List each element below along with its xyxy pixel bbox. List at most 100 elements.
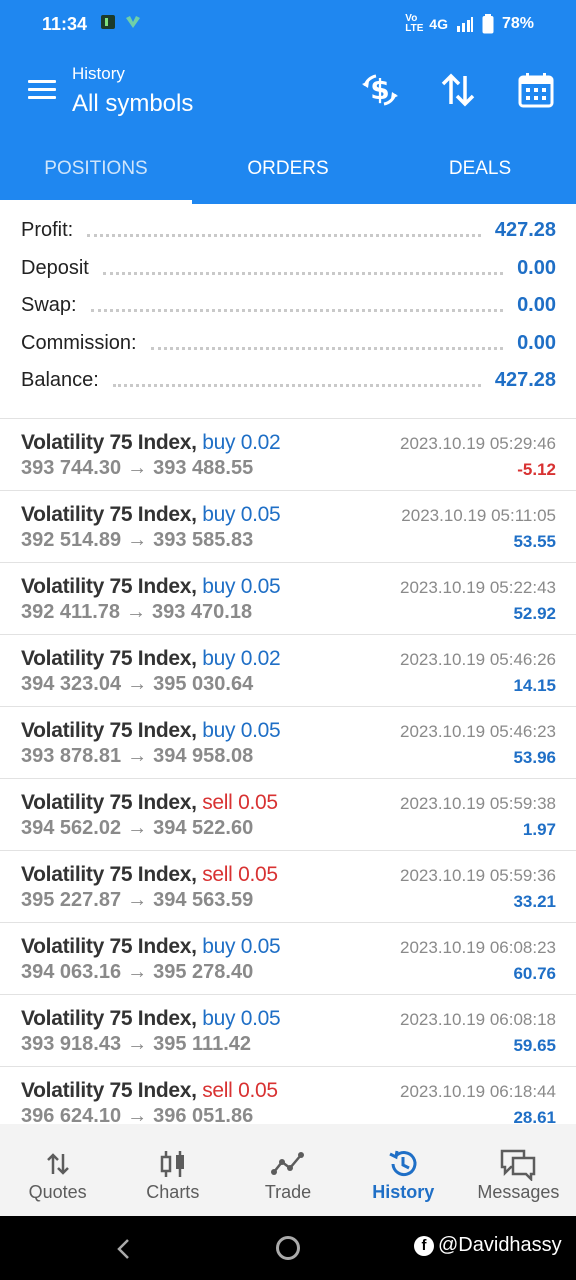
deal-side: buy 0.05 — [202, 935, 281, 958]
menu-icon[interactable] — [28, 80, 56, 100]
deal-prices: 394 562.02 → 394 522.60 — [21, 817, 253, 840]
deal-prices: 393 878.81 → 394 958.08 — [21, 745, 253, 768]
nav-messages-label: Messages — [477, 1182, 560, 1202]
deal-row[interactable]: Volatility 75 Index, sell 0.05 395 227.87… — [0, 851, 576, 923]
deal-symbol-name: Volatility 75 Index, — [21, 791, 197, 814]
deposit-label: Deposit — [21, 256, 89, 279]
deal-symbol: Volatility 75 Index, buy 0.05 — [21, 719, 281, 743]
header-subtitle: History — [72, 64, 125, 83]
tab-deals[interactable]: DEALS — [384, 136, 576, 204]
arrow-right-icon: → — [127, 889, 148, 911]
deal-profit: 14.15 — [513, 676, 556, 695]
commission-label: Commission: — [21, 331, 137, 354]
nav-history[interactable]: History — [346, 1124, 461, 1216]
deal-symbol-name: Volatility 75 Index, — [21, 719, 197, 742]
battery-level: 78% — [501, 15, 534, 32]
app-bar: History All symbols $ — [0, 50, 576, 136]
deal-symbol-name: Volatility 75 Index, — [21, 503, 197, 526]
deal-prices: 393 918.43 → 395 111.42 — [21, 1033, 251, 1056]
deal-open-price: 392 411.78 — [21, 601, 120, 623]
deal-side: buy 0.05 — [202, 575, 281, 598]
summary-profit-row: Profit: 427.28 — [0, 212, 576, 250]
deal-symbol: Volatility 75 Index, sell 0.05 — [21, 1079, 278, 1103]
deal-date: 2023.10.19 05:29:46 — [400, 434, 556, 453]
arrow-right-icon: → — [127, 1033, 148, 1055]
deal-row[interactable]: Volatility 75 Index, buy 0.05 393 878.81 →… — [0, 707, 576, 779]
calendar-icon[interactable] — [516, 70, 556, 110]
balance-label: Balance: — [21, 369, 99, 392]
deal-side: sell 0.05 — [202, 791, 278, 814]
trade-icon — [230, 1146, 345, 1182]
battery-icon — [482, 14, 494, 34]
nav-quotes[interactable]: Quotes — [0, 1124, 115, 1216]
nav-quotes-label: Quotes — [28, 1182, 87, 1202]
history-icon — [346, 1146, 461, 1182]
deal-open-price: 393 918.43 — [21, 1033, 122, 1055]
deal-row[interactable]: Volatility 75 Index, buy 0.05 392 411.78 →… — [0, 563, 576, 635]
deal-side: buy 0.02 — [202, 647, 281, 670]
summary-swap-row: Swap: 0.00 — [0, 287, 576, 325]
deal-row[interactable]: Volatility 75 Index, sell 0.05 394 562.02… — [0, 779, 576, 851]
profit-label: Profit: — [21, 219, 74, 242]
page-title[interactable]: All symbols — [72, 90, 193, 118]
arrow-right-icon: → — [127, 529, 148, 551]
shield-check-icon — [126, 16, 140, 28]
deal-row[interactable]: Volatility 75 Index, buy 0.02 393 744.30 →… — [0, 419, 576, 491]
swap-value: 0.00 — [517, 294, 556, 317]
network-type: 4G — [429, 16, 448, 32]
deal-close-price: 394 958.08 — [153, 745, 254, 767]
deal-row[interactable]: Volatility 75 Index, buy 0.05 394 063.16 →… — [0, 923, 576, 995]
deal-symbol: Volatility 75 Index, buy 0.05 — [21, 503, 281, 527]
volte-icon: Vo LTE — [405, 13, 424, 34]
notification-app-icon — [101, 15, 115, 29]
deal-symbol-name: Volatility 75 Index, — [21, 935, 197, 958]
deal-profit: 1.97 — [522, 820, 556, 839]
arrow-right-icon: → — [127, 673, 148, 695]
deal-open-price: 393 744.30 — [21, 457, 122, 479]
quotes-icon — [0, 1146, 115, 1182]
deal-side: buy 0.05 — [202, 503, 281, 526]
arrow-right-icon: → — [127, 745, 148, 767]
swap-label: Swap: — [21, 294, 77, 317]
home-icon[interactable] — [276, 1236, 300, 1260]
system-nav-bar: f @Davidhassy — [0, 1216, 576, 1280]
deal-close-price: 393 488.55 — [153, 457, 254, 479]
deal-close-price: 395 111.42 — [153, 1033, 251, 1055]
deal-open-price: 394 562.02 — [21, 817, 122, 839]
deal-symbol-name: Volatility 75 Index, — [21, 647, 197, 670]
deal-prices: 394 323.04 → 395 030.64 — [21, 673, 253, 696]
deal-date: 2023.10.19 05:59:38 — [400, 794, 556, 813]
nav-trade[interactable]: Trade — [230, 1124, 345, 1216]
deal-symbol-name: Volatility 75 Index, — [21, 431, 197, 454]
deal-date: 2023.10.19 05:46:26 — [400, 650, 556, 669]
arrow-right-icon: → — [127, 817, 148, 839]
bottom-nav: Quotes Charts Trade History Messages — [0, 1124, 576, 1216]
tab-orders[interactable]: ORDERS — [192, 136, 384, 204]
arrow-right-icon: → — [126, 601, 146, 623]
messages-icon — [461, 1146, 576, 1182]
back-icon[interactable] — [115, 1238, 131, 1260]
nav-charts[interactable]: Charts — [115, 1124, 230, 1216]
deal-symbol: Volatility 75 Index, sell 0.05 — [21, 791, 278, 815]
nav-messages[interactable]: Messages — [461, 1124, 576, 1216]
nav-charts-label: Charts — [146, 1182, 200, 1202]
deal-row[interactable]: Volatility 75 Index, buy 0.05 392 514.89 →… — [0, 491, 576, 563]
summary-commission-row: Commission: 0.00 — [0, 325, 576, 363]
deal-symbol-name: Volatility 75 Index, — [21, 863, 197, 886]
deal-date: 2023.10.19 06:08:18 — [400, 1010, 556, 1029]
deal-open-price: 393 878.81 — [21, 745, 122, 767]
deal-date: 2023.10.19 05:59:36 — [400, 866, 556, 885]
facebook-icon: f — [414, 1235, 434, 1256]
tab-positions[interactable]: POSITIONS — [0, 136, 192, 204]
deal-symbol-name: Volatility 75 Index, — [21, 1007, 197, 1030]
deal-profit: 52.92 — [513, 604, 556, 623]
sort-icon[interactable] — [438, 70, 478, 110]
charts-icon — [115, 1146, 230, 1182]
deal-row[interactable]: Volatility 75 Index, buy 0.02 394 323.04 →… — [0, 635, 576, 707]
deal-side: buy 0.02 — [202, 431, 281, 454]
deal-side: sell 0.05 — [202, 863, 278, 886]
currency-convert-icon[interactable]: $ — [360, 70, 400, 110]
deal-prices: 393 744.30 → 393 488.55 — [21, 457, 253, 480]
deal-row[interactable]: Volatility 75 Index, buy 0.05 393 918.43 →… — [0, 995, 576, 1067]
deal-profit: 60.76 — [513, 964, 556, 983]
